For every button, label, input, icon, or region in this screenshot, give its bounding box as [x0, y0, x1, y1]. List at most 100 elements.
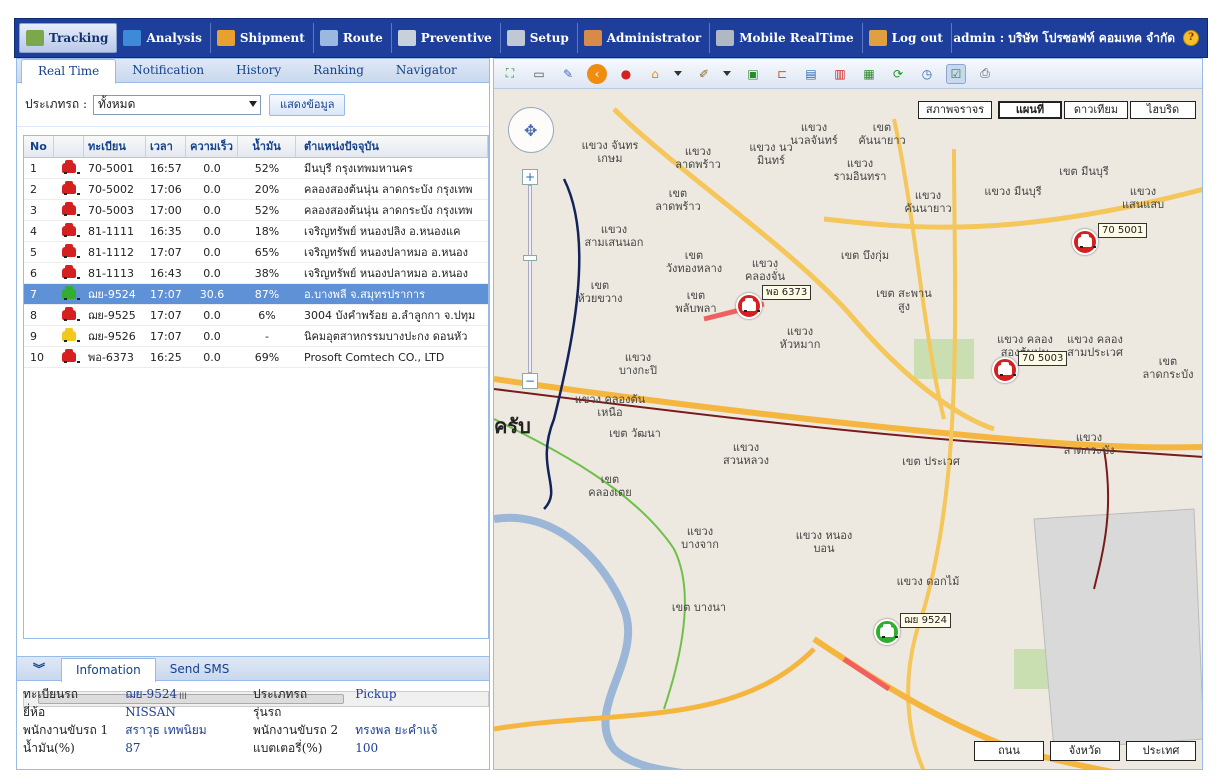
map-layer-icon[interactable]: ▦: [859, 64, 879, 84]
refresh-icon[interactable]: ⟳: [888, 64, 908, 84]
zoom-handle[interactable]: [523, 255, 537, 261]
tab-ranking[interactable]: Ranking: [297, 59, 380, 82]
info-value: ทรงพล ยะคำแจ้: [355, 722, 438, 737]
checked-icon[interactable]: ☑: [946, 63, 966, 84]
mobile-icon: [716, 30, 735, 46]
vehicle-type-select[interactable]: ทั้งหมด: [93, 94, 261, 115]
province-button[interactable]: จังหวัด: [1050, 741, 1120, 761]
home-dropdown-icon[interactable]: [674, 71, 682, 76]
tab-notification[interactable]: Notification: [116, 59, 220, 82]
tab-history[interactable]: History: [220, 59, 297, 82]
table-row[interactable]: 6 81-1113 16:43 0.0 38% เจริญทรัพย์ หนองปลาหม…: [24, 263, 488, 284]
user-name: admin : บริษัท โปรซอฟท์ คอมเทค จำกัด: [953, 30, 1175, 45]
back-icon[interactable]: ‹: [587, 63, 607, 84]
country-button[interactable]: ประเทศ: [1126, 741, 1196, 761]
map-panel[interactable]: ⛶ ▭ ✎ ‹ ● ⌂ ✐ ▣ ⊏ ▤ ▥ ▦ ⟳ ◷ ☑ ⎙ ✥ + − สภ…: [493, 58, 1203, 770]
table-row[interactable]: 2 70-5002 17:06 0.0 20% คลองสองต้นนุ่น ลาดกระ…: [24, 179, 488, 200]
help-icon[interactable]: ?: [1183, 30, 1199, 46]
clock-icon[interactable]: ◷: [917, 64, 937, 84]
tab-real-time[interactable]: Real Time: [21, 59, 117, 84]
col-location[interactable]: ตำแหน่งปัจจุบัน: [296, 136, 488, 157]
cell-icon: [54, 286, 84, 300]
table-row[interactable]: 7 ฌย-9524 17:07 30.6 87% อ.บางพลี จ.สมุทรปราก…: [24, 284, 488, 305]
vehicle-marker[interactable]: [992, 357, 1018, 383]
tab-send-sms[interactable]: Send SMS: [156, 658, 244, 680]
home-icon[interactable]: ⌂: [645, 64, 665, 84]
table-row[interactable]: 1 70-5001 16:57 0.0 52% มีนบุรี กรุงเทพมหานคร: [24, 158, 488, 179]
vehicle-marker[interactable]: [1072, 229, 1098, 255]
nav-shipment[interactable]: Shipment: [211, 23, 314, 53]
cell-time: 16:25: [150, 350, 182, 364]
col-plate[interactable]: ทะเบียน: [84, 136, 146, 157]
car-icon: [1078, 234, 1096, 248]
cell-time: 17:07: [150, 329, 182, 343]
left-tabs: Real Time Notification History Ranking N…: [17, 59, 489, 84]
tab-navigator[interactable]: Navigator: [380, 59, 473, 82]
map-toolbar: ⛶ ▭ ✎ ‹ ● ⌂ ✐ ▣ ⊏ ▤ ▥ ▦ ⟳ ◷ ☑ ⎙: [494, 59, 1202, 89]
place-label: แขวง นวมินทร์: [749, 141, 793, 167]
route-line-icon[interactable]: ⊏: [772, 64, 792, 84]
logout-icon: [868, 30, 887, 46]
pan-control[interactable]: ✥: [508, 107, 554, 153]
cell-icon: [54, 181, 84, 195]
vehicle-table: No ทะเบียน เวลา ความเร็ว น้ำมัน ตำแหน่งป…: [23, 135, 489, 639]
nav-administrator[interactable]: Administrator: [578, 23, 711, 53]
edit-zone-icon[interactable]: ✐: [694, 64, 714, 84]
vehicle-icon[interactable]: ▭: [529, 64, 549, 84]
table-row[interactable]: 9 ฌย-9526 17:07 0.0 - นิคมอุตสาหกรรมบางปะกง ด…: [24, 326, 488, 347]
river: [494, 513, 683, 769]
show-data-button[interactable]: แสดงข้อมูล: [269, 93, 346, 116]
search-zone-icon[interactable]: ▤: [801, 64, 821, 84]
hybrid-button[interactable]: ไฮบริด: [1130, 101, 1196, 119]
map-view-button[interactable]: แผนที่: [998, 101, 1062, 119]
nav-setup[interactable]: Setup: [501, 23, 578, 53]
satellite-button[interactable]: ดาวเทียม: [1064, 101, 1128, 119]
nav-mobile-realtime[interactable]: Mobile RealTime: [710, 23, 863, 53]
table-row[interactable]: 10 พอ-6373 16:25 0.0 69% Prosoft Comtech CO.,…: [24, 347, 488, 368]
table-row[interactable]: 3 70-5003 17:00 0.0 52% คลองสองต้นนุ่น ลาดกระ…: [24, 200, 488, 221]
add-zone-icon[interactable]: ▣: [743, 64, 763, 84]
road-button[interactable]: ถนน: [974, 741, 1044, 761]
place-label: เขต คันนายาว: [858, 121, 906, 147]
col-speed[interactable]: ความเร็ว: [186, 136, 238, 157]
col-fuel[interactable]: น้ำมัน: [238, 136, 296, 157]
pan-icon[interactable]: ✥: [524, 121, 537, 140]
print-icon[interactable]: ⎙: [975, 64, 995, 84]
zoom-slider[interactable]: + −: [522, 169, 538, 389]
expressway-road: [494, 647, 816, 732]
col-no[interactable]: No: [24, 136, 54, 157]
table-row[interactable]: 4 81-1111 16:35 0.0 18% เจริญทรัพย์ หนองปลิง …: [24, 221, 488, 242]
nav-analysis[interactable]: Analysis: [117, 23, 211, 53]
table-body: 1 70-5001 16:57 0.0 52% มีนบุรี กรุงเทพมหานคร…: [24, 158, 488, 368]
table-header: No ทะเบียน เวลา ความเร็ว น้ำมัน ตำแหน่งป…: [24, 136, 488, 158]
fit-all-icon[interactable]: ⛶: [500, 64, 520, 84]
tab-information[interactable]: Infomation: [61, 657, 156, 682]
collapse-icon[interactable]: ︾: [33, 662, 49, 676]
zone-dropdown-icon[interactable]: [723, 71, 731, 76]
car-icon: [62, 223, 80, 237]
place-label: เขต ลาดกระบัง: [1142, 355, 1194, 381]
nav-preventive[interactable]: Preventive: [392, 23, 501, 53]
info-key: ประเภทรถ: [253, 686, 308, 701]
nav-route[interactable]: Route: [314, 23, 392, 53]
col-time[interactable]: เวลา: [146, 136, 186, 157]
col-icon[interactable]: [54, 136, 84, 157]
ruler-icon[interactable]: ✎: [558, 64, 578, 84]
nav-logout[interactable]: Log out: [863, 23, 952, 53]
cell-fuel: 6%: [258, 308, 276, 322]
vehicle-marker[interactable]: [736, 293, 762, 319]
table-row[interactable]: 5 81-1112 17:07 0.0 65% เจริญทรัพย์ หนองปลาหม…: [24, 242, 488, 263]
table-row[interactable]: 8 ฌย-9525 17:07 0.0 6% 3004 บังคำพร้อย อ.ลำลู…: [24, 305, 488, 326]
cell-time: 17:06: [150, 182, 182, 196]
chart-icon[interactable]: ▥: [830, 64, 850, 84]
zoom-out-icon[interactable]: −: [522, 373, 538, 389]
traffic-button[interactable]: สภาพจราจร: [918, 101, 992, 119]
zoom-track[interactable]: [528, 185, 532, 373]
info-value: 87: [125, 741, 141, 755]
vehicle-marker[interactable]: [874, 619, 900, 645]
nav-tracking[interactable]: Tracking: [19, 23, 118, 53]
dropdown-arrow-icon[interactable]: [249, 100, 257, 107]
zoom-in-icon[interactable]: +: [522, 169, 538, 185]
filter-bar: ประเภทรถ : ทั้งหมด แสดงข้อมูล: [17, 83, 489, 127]
marker-icon[interactable]: ●: [616, 64, 636, 84]
